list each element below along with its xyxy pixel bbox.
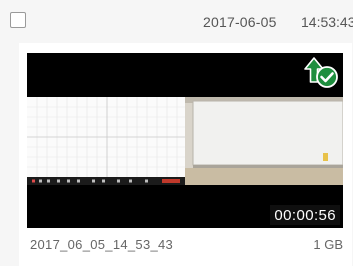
recording-header-row: 2017-06-05 14:53:43 [0,0,353,42]
thumbnail-image [27,97,343,197]
select-checkbox[interactable] [10,12,26,28]
recording-size: 1 GB [313,237,343,252]
recording-filename: 2017_06_05_14_53_43 [30,237,174,252]
video-thumbnail[interactable]: 00:00:56 [27,53,343,228]
duration-badge: 00:00:56 [270,205,340,225]
recording-date: 2017-06-05 [203,14,277,30]
recording-time: 14:53:43 [301,14,353,30]
recording-card[interactable]: 00:00:56 2017_06_05_14_53_43 1 GB [19,43,352,266]
upload-check-icon [304,57,338,88]
